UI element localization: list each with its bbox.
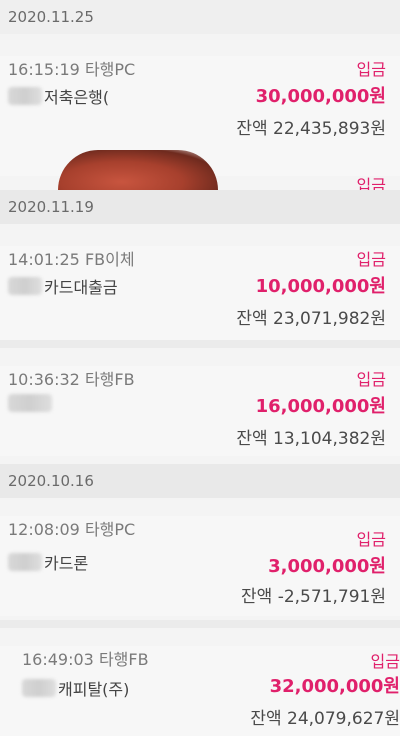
transaction-type: 입금 <box>356 60 386 79</box>
transaction-amount: 32,000,000원 <box>269 676 400 697</box>
transaction-type: 입금 <box>356 530 386 549</box>
date-header: 2020.11.25 <box>0 0 400 34</box>
divider <box>0 620 400 628</box>
overlay-photo <box>58 150 218 190</box>
date-header: 2020.10.16 <box>0 464 400 498</box>
transaction-counterparty <box>8 394 54 412</box>
transaction-amount: 16,000,000원 <box>255 396 386 417</box>
counterparty-label: 카드대출금 <box>44 278 118 297</box>
divider <box>0 340 400 348</box>
counterparty-label: 캐피탈(주) <box>58 680 130 699</box>
redacted-mask <box>8 87 42 105</box>
date-label: 2020.11.19 <box>8 198 94 216</box>
transaction-item[interactable]: 14:01:25 FB이체 입금 카드대출금 10,000,000원 잔액 23… <box>0 246 400 346</box>
counterparty-label: 저축은행( <box>44 88 110 107</box>
redacted-mask <box>22 679 56 697</box>
transaction-balance: 잔액 13,104,382원 <box>236 429 386 449</box>
transaction-item[interactable]: 12:08:09 타행PC 입금 카드론 3,000,000원 잔액 -2,57… <box>0 516 400 616</box>
transaction-time: 14:01:25 FB이체 <box>8 250 135 269</box>
transaction-item[interactable]: 10:36:32 타행FB 입금 16,000,000원 잔액 13,104,3… <box>0 366 400 456</box>
transaction-balance: 잔액 24,079,627원 <box>250 709 400 729</box>
date-header: 2020.11.19 <box>0 190 400 224</box>
transaction-counterparty: 카드대출금 <box>8 274 118 298</box>
transaction-time: 10:36:32 타행FB <box>8 370 135 389</box>
transaction-time: 16:15:19 타행PC <box>8 60 136 79</box>
transaction-item[interactable]: 16:49:03 타행FB 입금 캐피탈(주) 32,000,000원 잔액 2… <box>0 646 400 736</box>
transaction-balance: 잔액 23,071,982원 <box>236 309 386 329</box>
redacted-mask <box>8 277 42 295</box>
transaction-type: 입금 <box>356 250 386 269</box>
transaction-amount: 3,000,000원 <box>268 556 386 577</box>
transaction-counterparty: 카드론 <box>8 550 88 574</box>
transaction-counterparty: 저축은행( <box>8 84 109 108</box>
transaction-balance: 잔액 22,435,893원 <box>236 119 386 139</box>
transaction-amount: 30,000,000원 <box>255 86 386 107</box>
redacted-mask <box>8 394 52 412</box>
transaction-time: 16:49:03 타행FB <box>22 650 149 669</box>
transaction-type: 입금 <box>370 652 400 671</box>
transaction-type: 입금 <box>356 370 386 389</box>
transaction-balance: 잔액 -2,571,791원 <box>241 587 386 607</box>
transaction-amount: 10,000,000원 <box>255 276 386 297</box>
transaction-counterparty: 캐피탈(주) <box>22 676 129 700</box>
redacted-mask <box>8 553 42 571</box>
counterparty-label: 카드론 <box>44 554 89 573</box>
date-label: 2020.10.16 <box>8 472 94 490</box>
date-label: 2020.11.25 <box>8 8 94 26</box>
transaction-time: 12:08:09 타행PC <box>8 520 136 539</box>
